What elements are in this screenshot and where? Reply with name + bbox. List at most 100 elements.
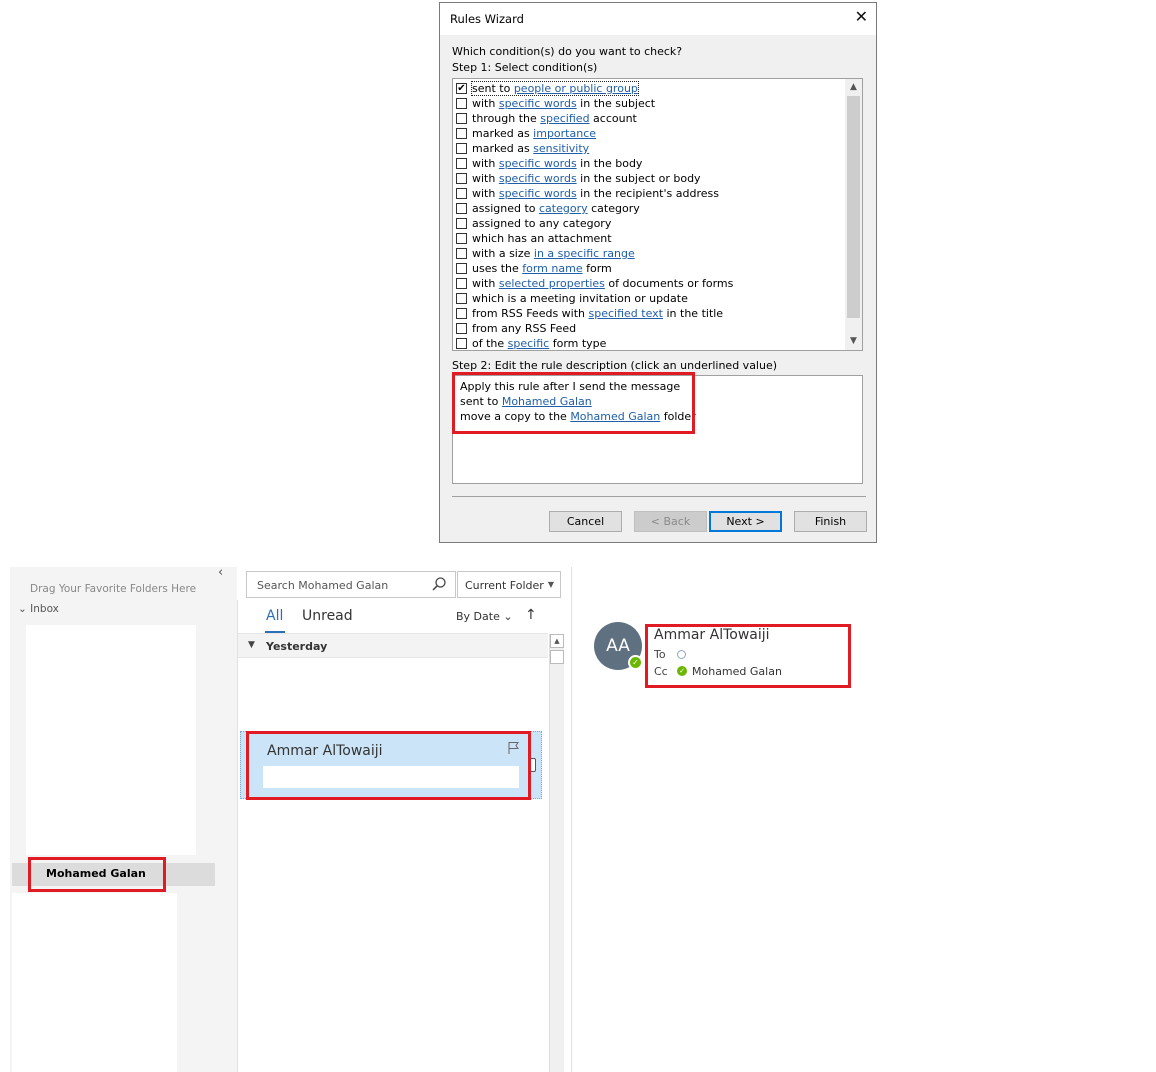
- folder-name-mohamed-galan[interactable]: Mohamed Galan: [46, 867, 146, 880]
- scroll-thumb[interactable]: [847, 96, 860, 318]
- finish-button[interactable]: Finish: [794, 511, 867, 532]
- condition-checkbox[interactable]: [456, 293, 467, 304]
- condition-row[interactable]: which is a meeting invitation or update: [453, 291, 845, 306]
- description-line-1: Apply this rule after I send the message: [460, 380, 681, 393]
- scroll-up-icon[interactable]: ▲: [550, 634, 564, 648]
- condition-checkbox[interactable]: [456, 158, 467, 169]
- condition-link[interactable]: in a specific range: [534, 247, 635, 260]
- condition-row[interactable]: from any RSS Feed: [453, 321, 845, 336]
- condition-checkbox[interactable]: [456, 248, 467, 259]
- condition-row[interactable]: of the specific form type: [453, 336, 845, 350]
- condition-row[interactable]: through the specified account: [453, 111, 845, 126]
- tab-all[interactable]: All: [266, 608, 283, 624]
- condition-row[interactable]: assigned to any category: [453, 216, 845, 231]
- folder-list-area: [26, 625, 196, 855]
- condition-label: assigned to any category: [472, 217, 611, 230]
- drag-handle-icon[interactable]: [528, 758, 536, 772]
- sort-direction-icon[interactable]: ↑: [525, 607, 537, 623]
- conditions-listbox[interactable]: ✔ sent to people or public group with spec…: [452, 78, 863, 351]
- dropdown-arrow-icon: ▼: [547, 580, 554, 589]
- sort-by-label: By Date: [456, 610, 500, 623]
- condition-text: assigned to: [472, 202, 539, 215]
- condition-link[interactable]: specific words: [499, 172, 577, 185]
- condition-checkbox[interactable]: [456, 338, 467, 349]
- condition-checkbox[interactable]: [456, 98, 467, 109]
- condition-row[interactable]: ✔ sent to people or public group: [453, 81, 845, 96]
- back-button[interactable]: < Back: [634, 511, 707, 532]
- condition-link[interactable]: specific words: [499, 97, 577, 110]
- condition-row[interactable]: with specific words in the body: [453, 156, 845, 171]
- condition-link[interactable]: selected properties: [499, 277, 605, 290]
- condition-checkbox[interactable]: [456, 218, 467, 229]
- sort-by-dropdown[interactable]: By Date ⌄: [456, 610, 513, 623]
- tab-unread[interactable]: Unread: [302, 608, 353, 624]
- folder-link[interactable]: Mohamed Galan: [570, 410, 660, 423]
- condition-link[interactable]: importance: [533, 127, 596, 140]
- cancel-button[interactable]: Cancel: [549, 511, 622, 532]
- condition-label: uses the form name form: [472, 262, 612, 275]
- condition-link[interactable]: sensitivity: [533, 142, 589, 155]
- cc-label: Cc: [654, 665, 668, 678]
- cc-recipient-name[interactable]: Mohamed Galan: [692, 665, 782, 678]
- condition-link[interactable]: specified text: [589, 307, 663, 320]
- group-header-yesterday[interactable]: ▼ Yesterday: [238, 633, 548, 658]
- condition-link[interactable]: category: [539, 202, 588, 215]
- condition-row[interactable]: with selected properties of documents or…: [453, 276, 845, 291]
- scroll-up-icon[interactable]: ▲: [845, 79, 862, 96]
- flag-icon[interactable]: [507, 741, 521, 755]
- condition-row[interactable]: with specific words in the recipient's a…: [453, 186, 845, 201]
- search-icon[interactable]: [431, 576, 447, 592]
- dialog-title: Rules Wizard: [450, 12, 524, 26]
- condition-checkbox[interactable]: [456, 233, 467, 244]
- condition-label: assigned to category category: [472, 202, 640, 215]
- condition-checkbox[interactable]: [456, 263, 467, 274]
- condition-row[interactable]: from RSS Feeds with specified text in th…: [453, 306, 845, 321]
- condition-label: through the specified account: [472, 112, 637, 125]
- condition-label: of the specific form type: [472, 337, 606, 350]
- condition-row[interactable]: with a size in a specific range: [453, 246, 845, 261]
- close-icon[interactable]: ✕: [855, 8, 868, 26]
- condition-row[interactable]: marked as importance: [453, 126, 845, 141]
- condition-checkbox[interactable]: [456, 128, 467, 139]
- condition-checkbox[interactable]: [456, 173, 467, 184]
- condition-text: in the title: [663, 307, 724, 320]
- recipient-link[interactable]: Mohamed Galan: [502, 395, 592, 408]
- chevron-down-icon: ⌄: [503, 610, 513, 623]
- condition-checkbox[interactable]: [456, 308, 467, 319]
- condition-row[interactable]: which has an attachment: [453, 231, 845, 246]
- condition-label: sent to people or public group: [471, 81, 639, 96]
- search-scope-dropdown[interactable]: Current Folder ▼: [457, 571, 561, 598]
- condition-link[interactable]: specific words: [499, 187, 577, 200]
- next-button[interactable]: Next >: [709, 511, 782, 532]
- condition-link[interactable]: specific: [508, 337, 550, 350]
- condition-checkbox[interactable]: [456, 203, 467, 214]
- condition-link[interactable]: specific words: [499, 157, 577, 170]
- search-input[interactable]: Search Mohamed Galan: [246, 571, 456, 598]
- conditions-scrollbar[interactable]: ▲ ▼: [845, 79, 862, 350]
- message-list-scrollbar[interactable]: ▲: [549, 634, 564, 1072]
- folder-pane: ‹ Drag Your Favorite Folders Here ⌄ Inbo…: [10, 565, 237, 1072]
- reading-sender-name[interactable]: Ammar AlTowaiji: [654, 627, 770, 643]
- condition-link[interactable]: form name: [522, 262, 582, 275]
- condition-row[interactable]: with specific words in the subject: [453, 96, 845, 111]
- condition-row[interactable]: marked as sensitivity: [453, 141, 845, 156]
- condition-link[interactable]: specified: [540, 112, 589, 125]
- condition-checkbox[interactable]: [456, 323, 467, 334]
- condition-link[interactable]: people or public group: [514, 82, 638, 95]
- condition-row[interactable]: with specific words in the subject or bo…: [453, 171, 845, 186]
- condition-row[interactable]: assigned to category category: [453, 201, 845, 216]
- condition-checkbox[interactable]: [456, 278, 467, 289]
- condition-checkbox[interactable]: ✔: [456, 83, 467, 94]
- condition-checkbox[interactable]: [456, 188, 467, 199]
- condition-text: marked as: [472, 127, 534, 140]
- condition-text: with: [472, 187, 499, 200]
- message-preview-redacted: [263, 766, 519, 788]
- scroll-thumb[interactable]: [550, 650, 564, 664]
- inbox-folder[interactable]: ⌄ Inbox: [18, 603, 59, 615]
- scroll-down-icon[interactable]: ▼: [845, 333, 862, 350]
- message-list-item[interactable]: Ammar AlTowaiji: [240, 731, 542, 799]
- condition-row[interactable]: uses the form name form: [453, 261, 845, 276]
- condition-checkbox[interactable]: [456, 113, 467, 124]
- collapse-pane-icon[interactable]: ‹: [218, 565, 223, 580]
- condition-checkbox[interactable]: [456, 143, 467, 154]
